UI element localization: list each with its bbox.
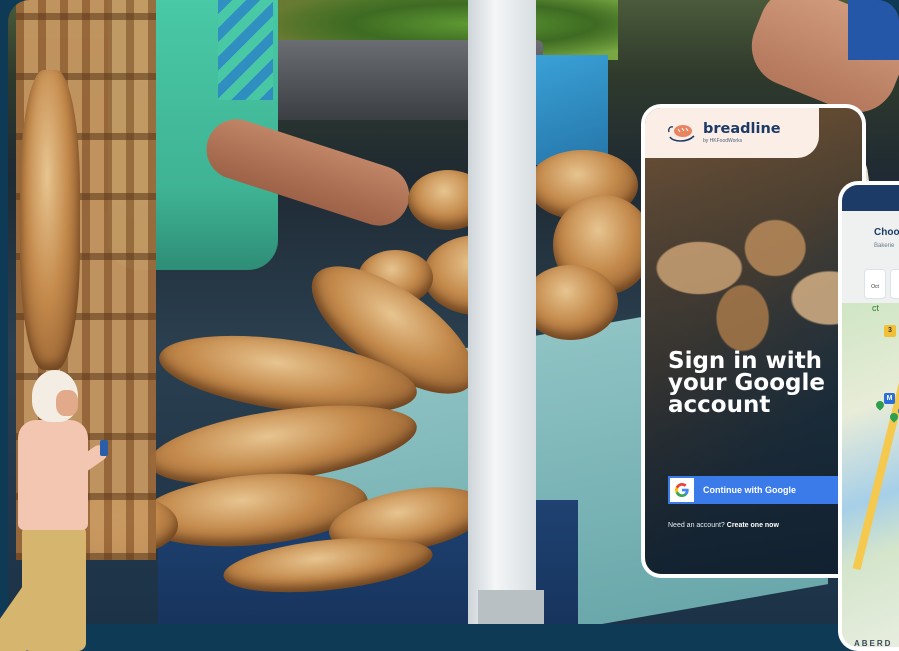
metro-station-icon: M xyxy=(884,393,895,404)
date-chip[interactable]: Oct xyxy=(864,269,886,299)
person-face xyxy=(56,390,78,416)
continue-with-google-button[interactable]: Continue with Google xyxy=(668,476,838,504)
blue-tarp xyxy=(528,55,608,165)
phone-icon xyxy=(100,440,108,456)
bread-loaf xyxy=(20,70,80,370)
promo-banner: breadline by HKFoodWorks Sign in with yo… xyxy=(0,0,899,651)
google-g-icon xyxy=(670,478,694,502)
need-account-label: Need an account? xyxy=(668,522,725,529)
route-badge: 3 xyxy=(884,325,896,337)
logo-text: breadline by HKFoodWorks xyxy=(703,122,781,144)
brand-tagline: by HKFoodWorks xyxy=(703,137,743,144)
map-place-label: ABERD xyxy=(854,639,893,647)
apron-pattern xyxy=(218,0,273,100)
map-screen-subtitle: Bakerie xyxy=(874,243,895,249)
date-chip[interactable] xyxy=(890,269,899,299)
need-account-text: Need an account? Create one now xyxy=(668,522,779,529)
map-screen-topbar xyxy=(842,185,899,211)
brand-name: breadline xyxy=(703,121,781,138)
phone-mockup-signin: breadline by HKFoodWorks Sign in with yo… xyxy=(641,104,866,578)
bread-loaf xyxy=(523,265,618,340)
phone-mockup-map: Choo Bakerie Oct ct 3 M ABERD xyxy=(838,181,899,651)
illustrated-person xyxy=(0,370,120,651)
signin-heading: Sign in with your Google account xyxy=(668,348,825,418)
tent-pole-base xyxy=(478,590,544,624)
create-account-link[interactable]: Create one now xyxy=(727,522,779,529)
customer-sleeve xyxy=(848,0,899,60)
map-screen: Choo Bakerie Oct ct 3 M ABERD xyxy=(842,185,899,647)
bread-logo-icon xyxy=(667,122,697,144)
brand-logo: breadline by HKFoodWorks xyxy=(645,108,819,158)
map-side-label: ct xyxy=(872,303,880,313)
google-button-label: Continue with Google xyxy=(703,485,796,495)
tent-pole xyxy=(468,0,536,624)
signin-screen: breadline by HKFoodWorks Sign in with yo… xyxy=(645,108,862,574)
map-view[interactable] xyxy=(842,303,899,647)
map-screen-title: Choo xyxy=(874,227,899,238)
screen-bread-background xyxy=(645,168,862,368)
